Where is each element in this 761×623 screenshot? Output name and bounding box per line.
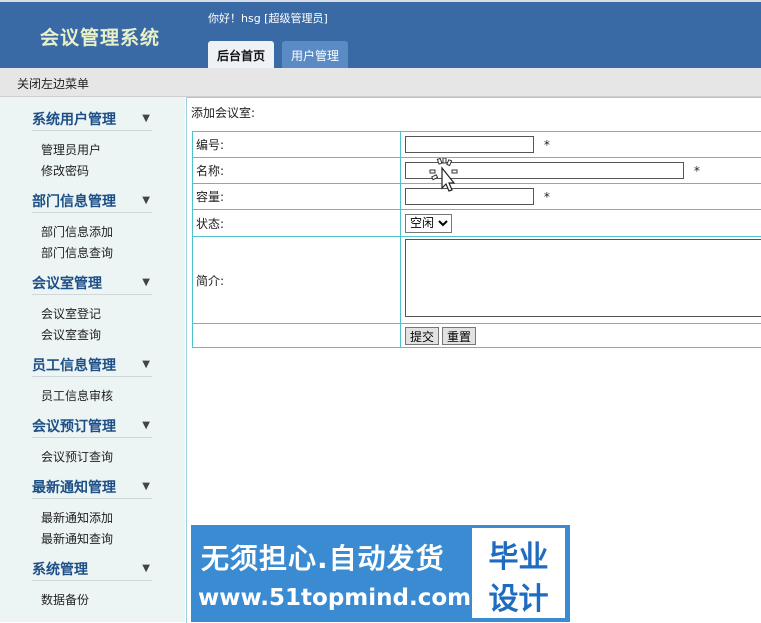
intro-textarea[interactable] [405, 239, 761, 317]
sidebar: 系统用户管理 ▼ 管理员用户 修改密码 部门信息管理 ▼ 部门信息添加 部门信息… [0, 97, 185, 622]
sidebar-item-admin-users[interactable]: 管理员用户 [41, 141, 101, 158]
sidebar-item-add-notice[interactable]: 最新通知添加 [41, 509, 113, 526]
sidebar-item-query-bookings[interactable]: 会议预订查询 [41, 448, 113, 465]
sidebar-group-title: 系统用户管理 [32, 109, 116, 129]
chevron-down-icon: ▼ [142, 113, 150, 124]
required-mark: * [544, 138, 550, 152]
tab-user-management[interactable]: 用户管理 [282, 41, 348, 70]
sidebar-group-notices[interactable]: 最新通知管理 ▼ [32, 476, 152, 499]
sidebar-item-register-room[interactable]: 会议室登记 [41, 305, 101, 322]
sidebar-item-query-department[interactable]: 部门信息查询 [41, 244, 113, 261]
chevron-down-icon: ▼ [142, 563, 150, 574]
sidebar-group-title: 员工信息管理 [32, 355, 116, 375]
top-tabs: 后台首页 用户管理 [208, 41, 348, 70]
banner-badge-top: 毕业 [472, 532, 565, 576]
sidebar-group-employees[interactable]: 员工信息管理 ▼ [32, 354, 152, 377]
code-label: 编号: [193, 132, 401, 158]
form-row-code: 编号: * [193, 132, 761, 158]
sidebar-group-title: 部门信息管理 [32, 191, 116, 211]
close-left-menu-link[interactable]: 关闭左边菜单 [17, 75, 89, 92]
status-select[interactable]: 空闲 [405, 214, 452, 233]
capacity-label: 容量: [193, 184, 401, 210]
sidebar-group-departments[interactable]: 部门信息管理 ▼ [32, 190, 152, 213]
name-label: 名称: [193, 158, 401, 184]
code-input[interactable] [405, 136, 534, 153]
add-room-form: 编号: * 名称: * 容量: * 状态: 空闲 简介: [192, 131, 761, 348]
status-label: 状态: [193, 210, 401, 237]
sidebar-group-title: 会议室管理 [32, 273, 102, 293]
user-greeting: 你好！hsg [超级管理员] [208, 10, 328, 26]
chevron-down-icon: ▼ [142, 481, 150, 492]
chevron-down-icon: ▼ [142, 359, 150, 370]
form-row-name: 名称: * [193, 158, 761, 184]
form-row-intro: 简介: [193, 237, 761, 324]
toolbar: 关闭左边菜单 [0, 68, 761, 97]
banner-url: www.51topmind.com [198, 585, 471, 611]
sidebar-group-system[interactable]: 系统管理 ▼ [32, 558, 152, 581]
submit-button[interactable]: 提交 [405, 327, 439, 345]
intro-label: 简介: [193, 237, 401, 324]
sidebar-item-query-room[interactable]: 会议室查询 [41, 326, 101, 343]
sidebar-item-review-employees[interactable]: 员工信息审核 [41, 387, 113, 404]
banner-badge-bottom: 设计 [472, 574, 565, 618]
page-title: 添加会议室: [191, 104, 255, 121]
reset-button[interactable]: 重置 [442, 327, 476, 345]
app-title: 会议管理系统 [40, 23, 160, 50]
sidebar-group-title: 系统管理 [32, 559, 88, 579]
sidebar-group-title: 最新通知管理 [32, 477, 116, 497]
chevron-down-icon: ▼ [142, 195, 150, 206]
promo-banner[interactable]: 无须担心.自动发货 www.51topmind.com 毕业 设计 [191, 525, 570, 622]
sidebar-group-title: 会议预订管理 [32, 416, 116, 436]
banner-badge: 毕业 设计 [472, 528, 565, 618]
form-row-actions: 提交重置 [193, 324, 761, 348]
sidebar-item-data-backup[interactable]: 数据备份 [41, 591, 89, 608]
chevron-down-icon: ▼ [142, 420, 150, 431]
sidebar-item-query-notice[interactable]: 最新通知查询 [41, 530, 113, 547]
app-logo: 会议管理系统 [0, 2, 200, 70]
required-mark: * [544, 190, 550, 204]
mouse-cursor-icon [428, 158, 460, 192]
sidebar-group-system-users[interactable]: 系统用户管理 ▼ [32, 108, 152, 131]
chevron-down-icon: ▼ [142, 277, 150, 288]
capacity-input[interactable] [405, 188, 534, 205]
sidebar-group-meeting-rooms[interactable]: 会议室管理 ▼ [32, 272, 152, 295]
tab-dashboard[interactable]: 后台首页 [208, 41, 274, 70]
sidebar-group-bookings[interactable]: 会议预订管理 ▼ [32, 415, 152, 438]
required-mark: * [694, 164, 700, 178]
sidebar-item-add-department[interactable]: 部门信息添加 [41, 223, 113, 240]
sidebar-item-change-password[interactable]: 修改密码 [41, 162, 89, 179]
form-row-capacity: 容量: * [193, 184, 761, 210]
banner-slogan: 无须担心.自动发货 [201, 537, 445, 577]
form-row-status: 状态: 空闲 [193, 210, 761, 237]
top-header: 会议管理系统 你好！hsg [超级管理员] 后台首页 用户管理 [0, 0, 761, 70]
